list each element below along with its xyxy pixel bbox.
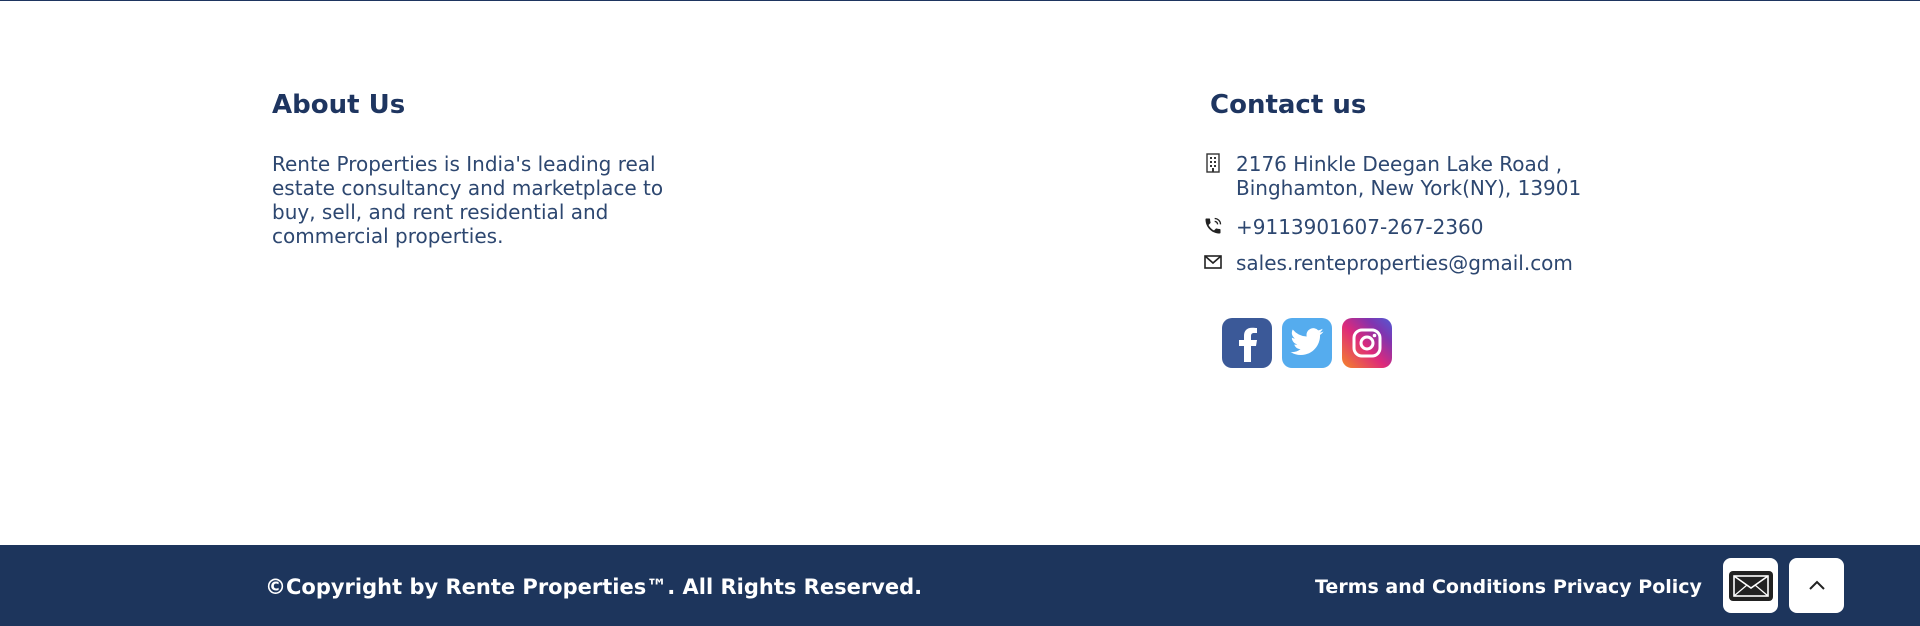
instagram-icon[interactable]: [1342, 318, 1392, 368]
terms-link[interactable]: Terms and Conditions: [1315, 574, 1546, 600]
address-line-1: 2176 Hinkle Deegan Lake Road ,: [1236, 152, 1563, 176]
about-section: About Us Rente Properties is India's lea…: [272, 88, 692, 248]
copyright-text: ©Copyright by Rente Properties™. All Rig…: [265, 575, 923, 599]
contact-email[interactable]: sales.renteproperties@gmail.com: [1202, 251, 1573, 275]
privacy-link[interactable]: Privacy Policy: [1553, 574, 1702, 600]
envelope-icon: [1728, 570, 1773, 601]
contact-address: 2176 Hinkle Deegan Lake Road , Binghamto…: [1202, 152, 1581, 200]
address-line-2: Binghamton, New York(NY), 13901: [1236, 176, 1582, 200]
twitter-icon[interactable]: [1282, 318, 1332, 368]
contact-section: Contact us 2176 Hinkle Deegan Lake Road …: [1202, 88, 1622, 275]
contact-heading: Contact us: [1210, 90, 1367, 120]
scroll-to-top-button[interactable]: [1789, 558, 1844, 613]
phone-number[interactable]: +9113901607-267-2360: [1236, 215, 1484, 239]
about-heading: About Us: [272, 90, 406, 120]
phone-icon: [1202, 215, 1224, 237]
chevron-up-icon: [1808, 576, 1826, 595]
about-description: Rente Properties is India's leading real…: [272, 152, 664, 248]
mail-button[interactable]: [1723, 558, 1778, 613]
contact-phone[interactable]: +9113901607-267-2360: [1202, 215, 1484, 239]
mail-icon: [1202, 251, 1224, 273]
social-links: [1222, 318, 1392, 368]
building-icon: [1202, 152, 1224, 174]
top-divider: [0, 0, 1920, 1]
email-address[interactable]: sales.renteproperties@gmail.com: [1236, 251, 1573, 275]
facebook-icon[interactable]: [1222, 318, 1272, 368]
footer-bar: ©Copyright by Rente Properties™. All Rig…: [0, 545, 1920, 626]
